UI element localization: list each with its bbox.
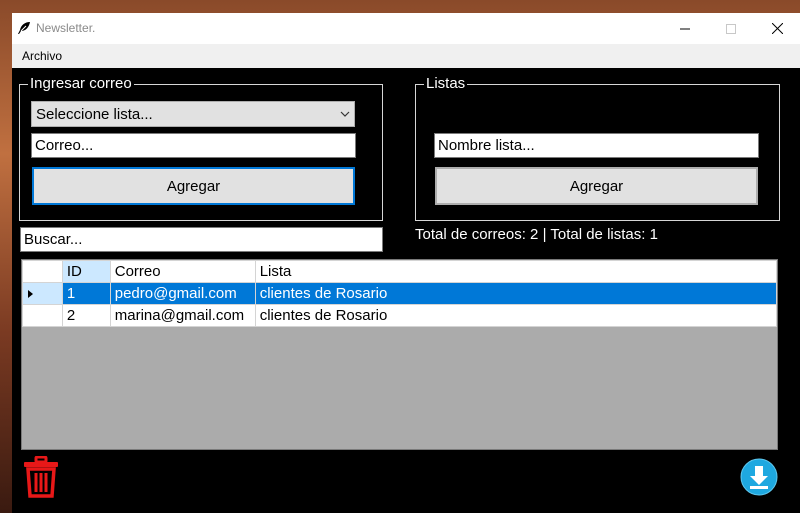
- email-field[interactable]: Correo...: [31, 133, 356, 158]
- cell-id[interactable]: 1: [61, 282, 111, 305]
- ingresar-correo-legend: Ingresar correo: [30, 75, 132, 92]
- list-name-field[interactable]: Nombre lista...: [434, 133, 759, 158]
- listas-legend: Listas: [426, 75, 466, 92]
- row-header[interactable]: [22, 304, 63, 327]
- feather-icon: [18, 22, 30, 34]
- table-header-row: ID Correo Lista: [22, 260, 777, 283]
- list-select[interactable]: Seleccione lista...: [31, 101, 355, 127]
- column-header-correo[interactable]: Correo: [109, 260, 256, 283]
- chevron-down-icon: [340, 111, 350, 117]
- table-row[interactable]: 1 pedro@gmail.com clientes de Rosario: [22, 282, 777, 305]
- maximize-icon: [726, 23, 736, 34]
- column-header-lista[interactable]: Lista: [254, 260, 777, 283]
- maximize-button[interactable]: [708, 13, 754, 44]
- row-header-corner: [22, 260, 63, 283]
- close-button[interactable]: [754, 13, 800, 44]
- minimize-icon: [680, 28, 690, 29]
- menu-archivo[interactable]: Archivo: [22, 49, 62, 63]
- cell-correo[interactable]: marina@gmail.com: [109, 304, 256, 327]
- cell-id[interactable]: 2: [61, 304, 111, 327]
- download-icon[interactable]: [740, 458, 778, 496]
- menu-bar: Archivo: [12, 44, 800, 68]
- cell-correo[interactable]: pedro@gmail.com: [109, 282, 256, 305]
- current-row-arrow-icon: [28, 290, 33, 298]
- row-header[interactable]: [22, 282, 63, 305]
- table-row[interactable]: 2 marina@gmail.com clientes de Rosario: [22, 304, 777, 327]
- cell-lista[interactable]: clientes de Rosario: [254, 304, 777, 327]
- column-header-id[interactable]: ID: [61, 260, 111, 283]
- window-title: Newsletter.: [36, 21, 96, 35]
- title-bar[interactable]: Newsletter.: [12, 13, 800, 44]
- emails-grid[interactable]: ID Correo Lista 1 pedro@gmail.com client…: [21, 259, 778, 450]
- emails-table: ID Correo Lista 1 pedro@gmail.com client…: [22, 260, 777, 327]
- trash-icon[interactable]: [23, 456, 59, 498]
- totals-label: Total de correos: 2 | Total de listas: 1: [415, 226, 658, 243]
- cell-lista[interactable]: clientes de Rosario: [254, 282, 777, 305]
- add-list-button[interactable]: Agregar: [435, 167, 758, 205]
- search-input[interactable]: Buscar...: [20, 227, 383, 252]
- minimize-button[interactable]: [662, 13, 708, 44]
- list-select-value: Seleccione lista...: [36, 106, 153, 123]
- close-icon: [771, 23, 783, 34]
- add-email-button[interactable]: Agregar: [32, 167, 355, 205]
- app-window: Newsletter. Archivo Ingresar correo Sele…: [12, 13, 800, 513]
